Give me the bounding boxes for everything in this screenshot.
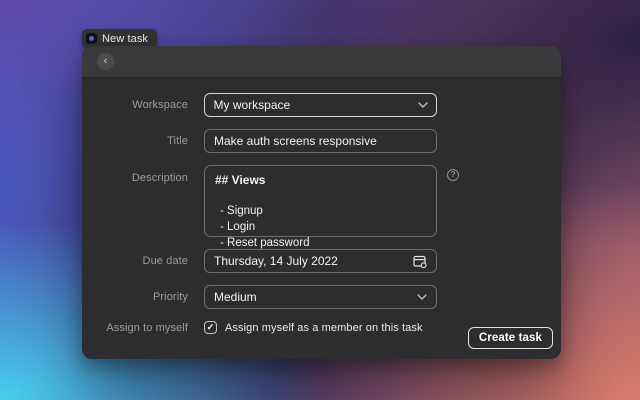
- checkmark-icon: ✓: [206, 322, 215, 332]
- due-date-value: Thursday, 14 July 2022: [214, 254, 338, 268]
- calendar-picker-button[interactable]: [413, 255, 427, 268]
- title-value: Make auth screens responsive: [214, 134, 377, 148]
- new-task-badge-label: New task: [102, 32, 149, 45]
- description-line: - Signup: [220, 205, 263, 217]
- workspace-selected-value: My workspace: [213, 98, 291, 112]
- back-button[interactable]: ‹: [97, 53, 114, 70]
- workspace-select[interactable]: My workspace: [204, 93, 437, 117]
- description-label: Description: [131, 172, 188, 184]
- priority-selected-value: Medium: [214, 290, 257, 304]
- app-icon: [86, 33, 97, 44]
- description-line: - Login: [220, 221, 256, 233]
- priority-row: Priority Medium: [82, 285, 561, 309]
- priority-label: Priority: [152, 291, 188, 303]
- due-date-input[interactable]: Thursday, 14 July 2022: [204, 249, 437, 273]
- workspace-label: Workspace: [132, 99, 188, 111]
- due-date-label: Due date: [142, 255, 188, 267]
- title-input[interactable]: Make auth screens responsive: [204, 129, 437, 153]
- create-task-button[interactable]: Create task: [467, 327, 553, 349]
- chevron-left-icon: ‹: [103, 55, 108, 67]
- calendar-icon: [413, 255, 427, 268]
- description-row: Description ## Views - Signup - Login - …: [82, 165, 561, 249]
- new-task-modal: ‹ Workspace My workspace Title Make auth…: [82, 46, 561, 359]
- description-list: - Signup - Login - Reset password: [215, 203, 426, 251]
- create-task-button-label: Create task: [478, 332, 542, 344]
- question-mark-icon: ?: [450, 170, 456, 179]
- assign-checkbox[interactable]: ✓: [204, 321, 217, 334]
- due-date-row: Due date Thursday, 14 July 2022: [82, 249, 561, 273]
- priority-select[interactable]: Medium: [204, 285, 437, 309]
- modal-body: Workspace My workspace Title Make auth s…: [82, 78, 561, 334]
- assign-label: Assign to myself: [106, 321, 188, 334]
- workspace-row: Workspace My workspace: [82, 93, 561, 117]
- chevron-down-icon: [417, 102, 428, 108]
- help-button[interactable]: ?: [447, 169, 459, 181]
- description-heading: ## Views: [215, 173, 266, 187]
- title-row: Title Make auth screens responsive: [82, 129, 561, 153]
- modal-header: ‹: [82, 46, 561, 78]
- chevron-down-icon: [417, 294, 427, 300]
- assign-checkbox-label: Assign myself as a member on this task: [225, 321, 423, 334]
- description-textarea[interactable]: ## Views - Signup - Login - Reset passwo…: [204, 165, 437, 249]
- title-label: Title: [167, 135, 188, 147]
